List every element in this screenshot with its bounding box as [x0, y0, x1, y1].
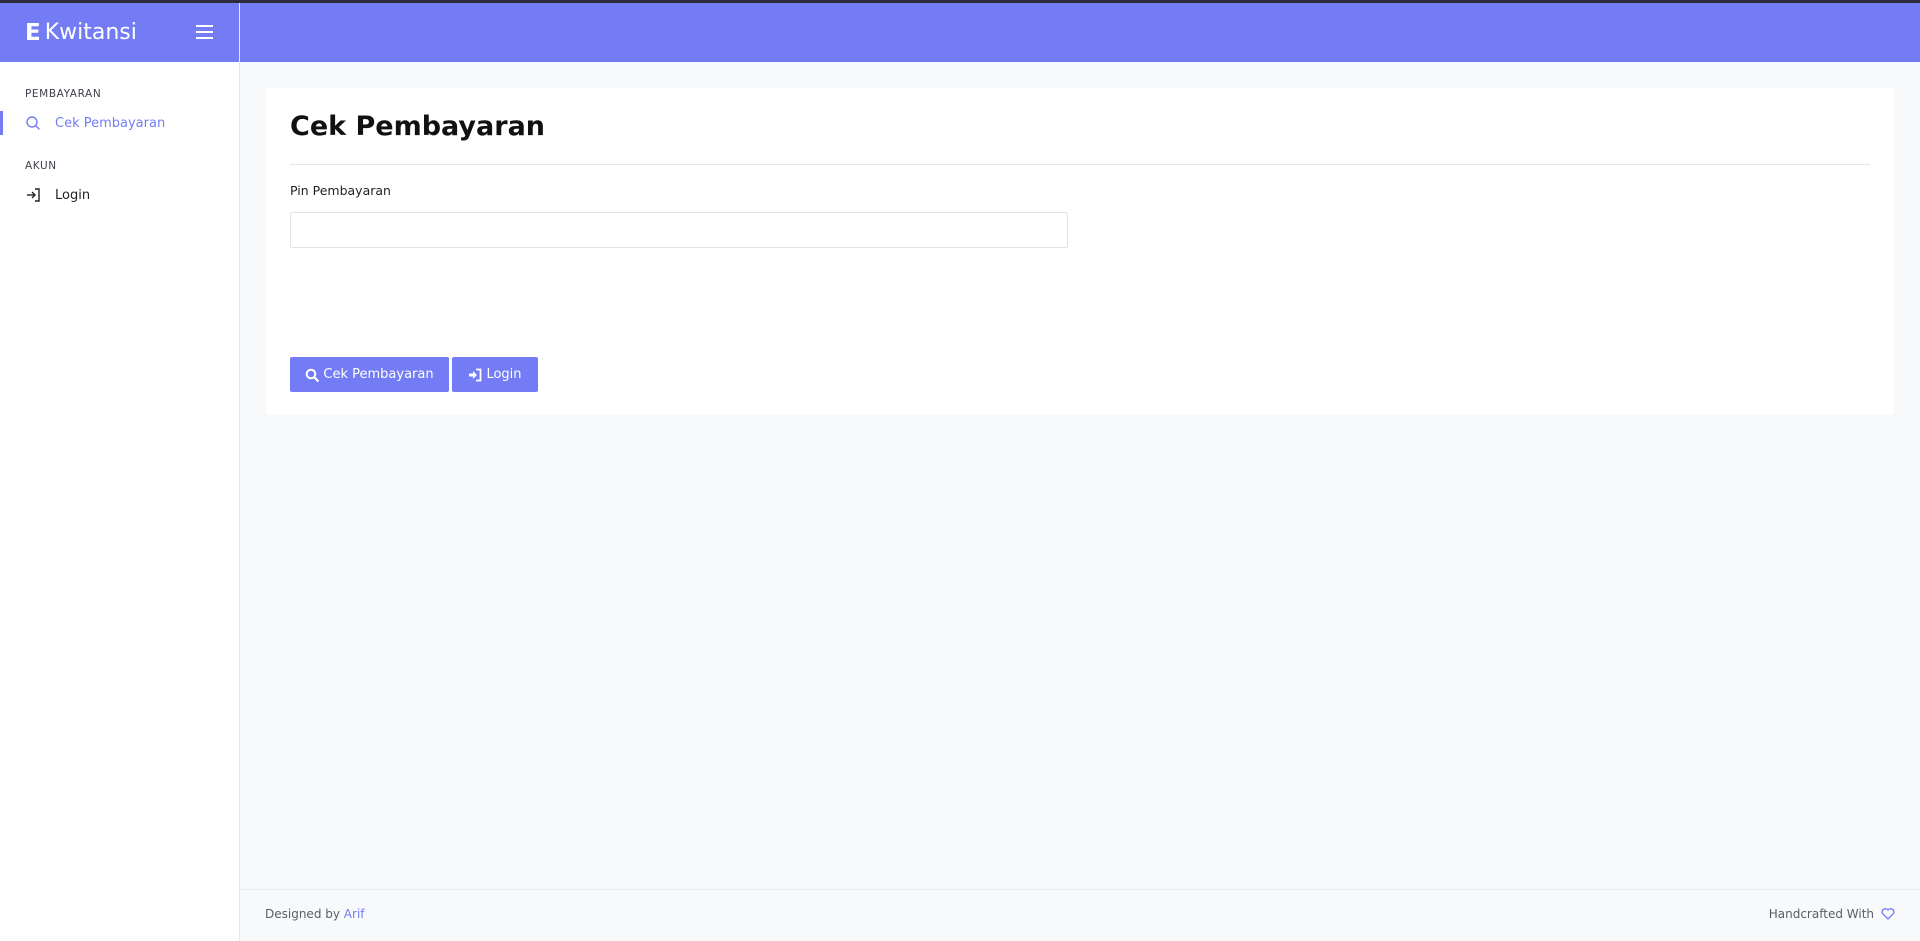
- check-payment-button[interactable]: Cek Pembayaran: [290, 357, 449, 392]
- check-payment-button-label: Cek Pembayaran: [323, 367, 434, 382]
- header-bar: [240, 3, 1920, 62]
- brand-initial: E: [25, 19, 41, 46]
- sidebar-section-title-pembayaran: PEMBAYARAN: [25, 88, 102, 100]
- sidebar-divider: [239, 3, 240, 941]
- payment-check-card: Cek Pembayaran Pin Pembayaran Cek Pembay…: [266, 88, 1894, 415]
- footer-credit: Designed by Arif: [265, 907, 365, 921]
- title-divider: [290, 164, 1870, 165]
- sidebar-item-label: Login: [55, 187, 91, 203]
- login-button-label: Login: [486, 367, 522, 382]
- sidebar-item-login[interactable]: Login: [0, 182, 239, 208]
- footer-handcrafted: Handcrafted With: [1769, 907, 1895, 921]
- footer: Designed by Arif Handcrafted With: [240, 889, 1920, 941]
- sidebar-item-cek-pembayaran[interactable]: Cek Pembayaran: [0, 110, 239, 136]
- search-icon: [25, 115, 41, 131]
- search-icon: [305, 368, 320, 382]
- sidebar-item-label: Cek Pembayaran: [55, 115, 166, 131]
- footer-author-link[interactable]: Arif: [344, 907, 365, 921]
- pin-field-label: Pin Pembayaran: [290, 183, 391, 198]
- login-button[interactable]: Login: [452, 357, 538, 392]
- brand-bar: E Kwitansi: [0, 3, 239, 62]
- sidebar-section-title-akun: AKUN: [25, 160, 57, 172]
- page-title: Cek Pembayaran: [290, 111, 546, 142]
- footer-handcrafted-text: Handcrafted With: [1768, 907, 1874, 921]
- sidebar: PEMBAYARAN Cek Pembayaran AKUN Login: [0, 62, 239, 941]
- pin-input[interactable]: [290, 212, 1068, 248]
- brand-name: Kwitansi: [44, 20, 137, 45]
- heart-icon: [1881, 907, 1895, 921]
- login-icon: [25, 187, 41, 203]
- menu-toggle-icon[interactable]: [196, 25, 213, 39]
- sign-in-icon: [468, 368, 482, 382]
- brand-logo[interactable]: E Kwitansi: [25, 20, 137, 46]
- footer-designed-by: Designed by: [265, 907, 340, 921]
